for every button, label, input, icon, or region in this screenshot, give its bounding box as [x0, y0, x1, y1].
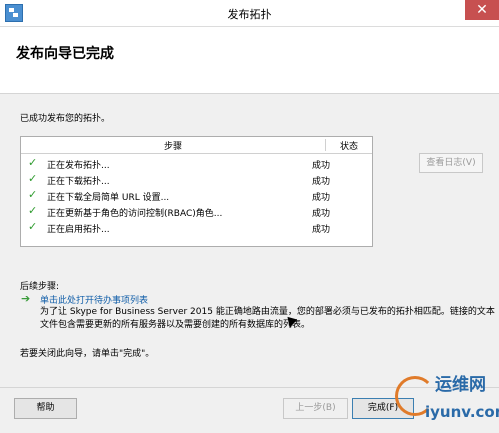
help-button[interactable]: 帮助: [14, 398, 77, 419]
step-status: 成功: [312, 209, 331, 219]
next-steps-description: 为了让 Skype for Business Server 2015 能正确地路…: [40, 307, 495, 330]
todo-list-link[interactable]: 单击此处打开待办事项列表: [40, 293, 148, 306]
step-status: 成功: [312, 161, 331, 171]
previous-button[interactable]: 上一步(B): [283, 398, 348, 419]
watermark-url: iyunv.com: [425, 403, 499, 421]
view-log-button[interactable]: 查看日志(V): [419, 153, 483, 173]
table-header: 步骤 状态: [21, 137, 372, 154]
checkmark-icon: ✓: [28, 156, 38, 169]
table-row[interactable]: ✓ 正在更新基于角色的访问控制(RBAC)角色... 成功: [21, 203, 372, 219]
close-hint: 若要关闭此向导，请单击"完成"。: [20, 349, 155, 359]
window-title: 发布拓扑: [227, 8, 272, 21]
checkmark-icon: ✓: [28, 204, 38, 217]
table-row[interactable]: ✓ 正在发布拓扑... 成功: [21, 155, 372, 171]
table-row[interactable]: ✓ 正在下载拓扑... 成功: [21, 171, 372, 187]
title-bar: 发布拓扑 ✕: [0, 0, 499, 27]
close-button[interactable]: ✕: [465, 0, 499, 20]
table-row[interactable]: ✓ 正在下载全局简单 URL 设置... 成功: [21, 187, 372, 203]
step-status: 成功: [312, 193, 331, 203]
step-label: 正在启用拓扑...: [47, 225, 110, 235]
next-steps-heading: 后续步骤:: [20, 282, 60, 292]
checkmark-icon: ✓: [28, 172, 38, 185]
step-status: 成功: [312, 225, 331, 235]
watermark-text: 运维网: [435, 375, 486, 395]
steps-table: 步骤 状态 ✓ 正在发布拓扑... 成功 ✓ 正在下载拓扑... 成功 ✓ 正在…: [20, 136, 373, 247]
table-row[interactable]: ✓ 正在启用拓扑... 成功: [21, 219, 372, 235]
column-header-step[interactable]: 步骤: [21, 139, 326, 152]
step-label: 正在更新基于角色的访问控制(RBAC)角色...: [47, 209, 223, 219]
checkmark-icon: ✓: [28, 188, 38, 201]
page-title: 发布向导已完成: [16, 46, 114, 62]
arrow-right-icon: ➔: [21, 292, 31, 305]
step-label: 正在下载拓扑...: [47, 177, 110, 187]
checkmark-icon: ✓: [28, 220, 38, 233]
watermark: 运维网 iyunv.com: [395, 368, 499, 433]
step-label: 正在下载全局简单 URL 设置...: [47, 193, 170, 203]
step-label: 正在发布拓扑...: [47, 161, 110, 171]
success-message: 已成功发布您的拓扑。: [20, 114, 111, 124]
step-status: 成功: [312, 177, 331, 187]
wizard-header: 发布向导已完成: [0, 27, 499, 94]
column-header-status[interactable]: 状态: [326, 139, 372, 152]
